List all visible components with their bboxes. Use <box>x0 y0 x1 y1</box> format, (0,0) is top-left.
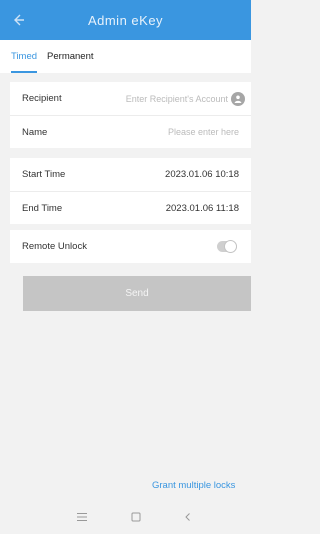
back-arrow-icon[interactable] <box>8 10 28 30</box>
toggle-knob <box>224 240 237 253</box>
name-row[interactable]: Name Please enter here <box>10 115 251 148</box>
system-nav-bar <box>0 499 251 534</box>
recipient-input[interactable]: Enter Recipient's Account <box>126 94 228 104</box>
page-title: Admin eKey <box>87 12 164 28</box>
home-square-icon[interactable] <box>126 507 146 527</box>
recipient-card: Recipient Enter Recipient's Account Name… <box>10 82 251 148</box>
app-header: Admin eKey <box>0 0 251 40</box>
name-label: Name <box>22 126 48 138</box>
menu-icon[interactable] <box>72 507 92 527</box>
remote-unlock-label: Remote Unlock <box>22 241 87 252</box>
start-time-label: Start Time <box>22 169 66 180</box>
start-time-value[interactable]: 2023.01.06 10:18 <box>165 169 239 180</box>
remote-unlock-card: Remote Unlock <box>10 230 251 263</box>
grant-multiple-locks-link[interactable]: Grant multiple locks <box>152 480 235 491</box>
tab-permanent[interactable]: Permanent <box>42 40 98 73</box>
end-time-row[interactable]: End Time 2023.01.06 11:18 <box>10 191 251 224</box>
send-button[interactable]: Send <box>23 276 251 311</box>
remote-unlock-toggle[interactable] <box>217 240 237 253</box>
end-time-label: End Time <box>22 202 63 214</box>
recipient-label: Recipient <box>22 93 62 104</box>
name-input[interactable]: Please enter here <box>168 127 239 137</box>
back-chevron-icon[interactable] <box>178 507 198 527</box>
remote-unlock-row: Remote Unlock <box>10 230 251 263</box>
end-time-value[interactable]: 2023.01.06 11:18 <box>166 203 239 214</box>
recipient-row[interactable]: Recipient Enter Recipient's Account <box>10 82 251 115</box>
start-time-row[interactable]: Start Time 2023.01.06 10:18 <box>10 158 251 191</box>
tab-timed[interactable]: Timed <box>6 40 42 73</box>
time-card: Start Time 2023.01.06 10:18 End Time 202… <box>10 158 251 224</box>
tab-bar: Timed Permanent <box>0 40 251 73</box>
contact-icon[interactable] <box>231 91 245 106</box>
